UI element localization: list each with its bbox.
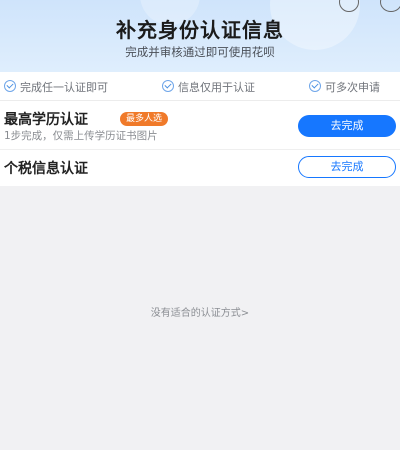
more-icon[interactable] [380, 0, 400, 12]
page-title: 补充身份认证信息 [116, 18, 284, 42]
feature-item: 可多次申请 [309, 79, 380, 95]
complete-tax-button[interactable]: 去完成 [298, 156, 396, 178]
option-title: 最高学历认证 [4, 112, 88, 128]
header-banner: 补充身份认证信息 完成并审核通过即可使用花呗 [0, 0, 400, 72]
feature-label: 完成任一认证即可 [20, 81, 108, 94]
feature-bar: 完成任一认证即可 信息仅用于认证 可多次申请 [0, 72, 400, 101]
feature-label: 可多次申请 [325, 81, 380, 94]
option-title: 个税信息认证 [4, 161, 88, 177]
check-circle-icon [162, 80, 174, 92]
page-subtitle: 完成并审核通过即可使用花呗 [125, 45, 275, 59]
option-education: 最高学历认证 最多人选 1步完成，仅需上传学历证书图片 去完成 [0, 101, 400, 150]
feature-item: 信息仅用于认证 [162, 79, 255, 95]
no-suitable-method-link[interactable]: 没有适合的认证方式> [0, 304, 400, 319]
check-circle-icon [309, 80, 321, 92]
feature-label: 信息仅用于认证 [178, 81, 255, 94]
option-description: 1步完成，仅需上传学历证书图片 [4, 130, 158, 142]
popular-badge: 最多人选 [120, 112, 169, 126]
complete-education-button[interactable]: 去完成 [298, 115, 396, 137]
option-tax: 个税信息认证 去完成 [0, 150, 400, 186]
check-circle-icon [4, 80, 16, 92]
feature-item: 完成任一认证即可 [4, 79, 108, 95]
